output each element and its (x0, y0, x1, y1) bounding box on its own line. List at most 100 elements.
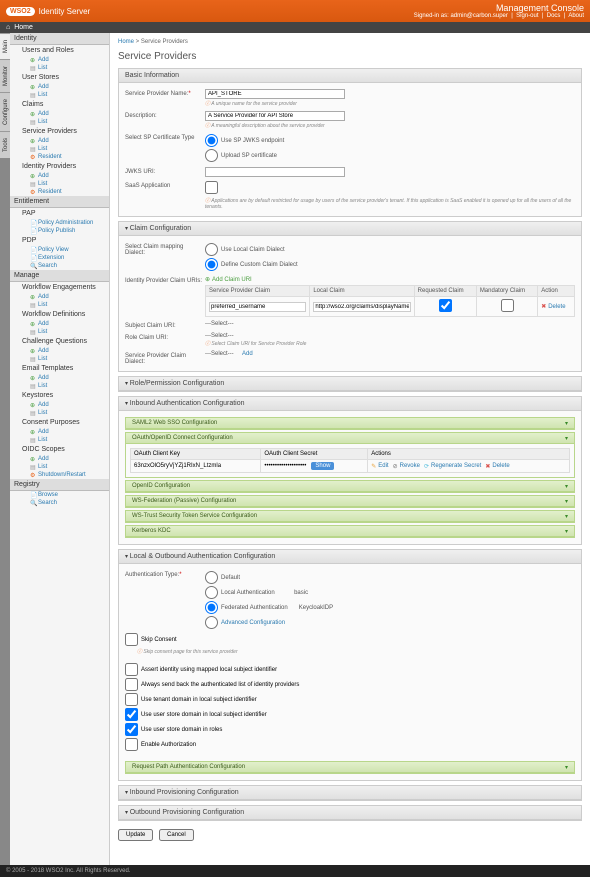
sidebar-group[interactable]: PAP (10, 208, 109, 219)
add-claim-link[interactable]: ⊕ Add Claim URI (205, 276, 252, 283)
sp-name-input[interactable] (205, 89, 345, 99)
sidebar-item[interactable]: 📄Browse (10, 491, 109, 499)
sidebar-group[interactable]: Email Templates (10, 363, 109, 374)
sidebar-item[interactable]: ⊕Add (10, 428, 109, 436)
sidebar-item[interactable]: ▤List (10, 355, 109, 363)
auth-fed-radio[interactable] (205, 601, 218, 614)
delete-claim-link[interactable]: ✖ Delete (541, 303, 565, 310)
sidebar-item[interactable]: ⊕Add (10, 110, 109, 118)
sendback-idp-checkbox[interactable] (125, 678, 138, 691)
sidebar-group[interactable]: User Stores (10, 72, 109, 83)
sidebar-item[interactable]: ⊕Add (10, 455, 109, 463)
mand-claim-checkbox[interactable] (501, 299, 514, 312)
outprov-head[interactable]: Outbound Provisioning Configuration (119, 806, 581, 820)
sidebar-item[interactable]: ⊕Add (10, 137, 109, 145)
edit-link[interactable]: ✎ Edit (371, 463, 388, 470)
tab-configure[interactable]: Configure (0, 92, 10, 131)
home-label[interactable]: Home (14, 24, 33, 31)
cert-jwks-radio[interactable] (205, 134, 218, 147)
sidebar-group[interactable]: Service Providers (10, 126, 109, 137)
sidebar-item[interactable]: ⊕Add (10, 401, 109, 409)
home-icon[interactable]: ⌂ (6, 24, 10, 31)
sidebar-item[interactable]: ▤List (10, 328, 109, 336)
skip-consent-checkbox[interactable] (125, 633, 138, 646)
sidebar-group[interactable]: Keystores (10, 390, 109, 401)
adv-config-link[interactable]: Advanced Configuration (221, 620, 285, 626)
sidebar-item[interactable]: ⚙Resident (10, 188, 109, 196)
sidebar-item[interactable]: ⊕Add (10, 374, 109, 382)
docs-link[interactable]: Docs (547, 13, 561, 19)
sidebar-item[interactable]: ⚙Resident (10, 153, 109, 161)
show-secret-button[interactable]: Show (311, 462, 334, 470)
sidebar-item[interactable]: 📄Policy View (10, 246, 109, 254)
sidebar-item[interactable]: ⊕Add (10, 83, 109, 91)
local-claim-input[interactable] (313, 302, 410, 312)
revoke-link[interactable]: ⊘ Revoke (393, 463, 420, 470)
sidebar-item[interactable]: 🔍Search (10, 262, 109, 270)
auth-adv-radio[interactable] (205, 616, 218, 629)
local-auth-val[interactable]: basic (294, 590, 308, 596)
saml-head[interactable]: SAML2 Web SSO Configuration (126, 418, 574, 429)
sidebar-group[interactable]: OIDC Scopes (10, 444, 109, 455)
breadcrumb-home[interactable]: Home (118, 39, 134, 45)
sidebar-item[interactable]: ⊕Add (10, 347, 109, 355)
role-select[interactable]: ---Select--- (205, 333, 234, 339)
tab-monitor[interactable]: Monitor (0, 59, 10, 92)
fed-auth-val[interactable]: KeycloakIDP (299, 605, 333, 611)
localout-head[interactable]: Local & Outbound Authentication Configur… (119, 550, 581, 564)
sp-claim-input[interactable] (209, 302, 306, 312)
sidebar-group[interactable]: Identity Providers (10, 161, 109, 172)
tab-tools[interactable]: Tools (0, 131, 10, 158)
sidebar-item[interactable]: 🔍Search (10, 499, 109, 507)
req-claim-checkbox[interactable] (439, 299, 452, 312)
sidebar-item[interactable]: ⊕Add (10, 320, 109, 328)
sidebar-item[interactable]: ⚙Shutdown/Restart (10, 471, 109, 479)
tenant-domain-checkbox[interactable] (125, 693, 138, 706)
sidebar-item[interactable]: ⊕Add (10, 293, 109, 301)
about-link[interactable]: About (568, 13, 584, 19)
signout-link[interactable]: Sign-out (516, 13, 538, 19)
sp-dialect-select[interactable]: ---Select--- (205, 351, 234, 357)
sidebar-group[interactable]: Workflow Definitions (10, 309, 109, 320)
sidebar-item[interactable]: ▤List (10, 118, 109, 126)
sidebar-item[interactable]: ▤List (10, 409, 109, 417)
sidebar-item[interactable]: ⊕Add (10, 172, 109, 180)
userstore-roles-checkbox[interactable] (125, 723, 138, 736)
inprov-head[interactable]: Inbound Provisioning Configuration (119, 786, 581, 800)
update-button[interactable]: Update (118, 829, 153, 841)
claim-config-head[interactable]: Claim Configuration (119, 222, 581, 236)
sidebar-group[interactable]: Challenge Questions (10, 336, 109, 347)
sidebar-item[interactable]: 📄Policy Administration (10, 219, 109, 227)
regen-link[interactable]: ⟳ Regenerate Secret (424, 463, 481, 470)
sidebar-group[interactable]: Consent Purposes (10, 417, 109, 428)
sidebar-item[interactable]: ▤List (10, 145, 109, 153)
oauth-head[interactable]: OAuth/OpenID Connect Configuration (126, 433, 574, 444)
sidebar-group[interactable]: Workflow Engagements (10, 282, 109, 293)
sidebar-group[interactable]: PDP (10, 235, 109, 246)
enable-authz-checkbox[interactable] (125, 738, 138, 751)
userstore-subject-checkbox[interactable] (125, 708, 138, 721)
roleperm-head[interactable]: Role/Permission Configuration (119, 377, 581, 391)
sidebar-item[interactable]: ▤List (10, 436, 109, 444)
sidebar-item[interactable]: ▤List (10, 64, 109, 72)
jwks-input[interactable] (205, 167, 345, 177)
sidebar-item[interactable]: ▤List (10, 463, 109, 471)
tab-main[interactable]: Main (0, 33, 10, 59)
dialect-local-radio[interactable] (205, 243, 218, 256)
sidebar-item[interactable]: ▤List (10, 91, 109, 99)
cancel-button[interactable]: Cancel (159, 829, 194, 841)
add-dialect-link[interactable]: Add (242, 351, 253, 357)
cert-upload-radio[interactable] (205, 149, 218, 162)
inbound-head[interactable]: Inbound Authentication Configuration (119, 397, 581, 411)
desc-input[interactable] (205, 111, 345, 121)
sidebar-item[interactable]: ▤List (10, 382, 109, 390)
sidebar-group[interactable]: Claims (10, 99, 109, 110)
reqpath-head[interactable]: Request Path Authentication Configuratio… (126, 762, 574, 773)
sidebar-item[interactable]: 📄Extension (10, 254, 109, 262)
sidebar-item[interactable]: ▤List (10, 301, 109, 309)
auth-local-radio[interactable] (205, 586, 218, 599)
subject-select[interactable]: ---Select--- (205, 321, 234, 327)
sidebar-item[interactable]: ⊕Add (10, 56, 109, 64)
kerberos-head[interactable]: Kerberos KDC (126, 526, 574, 537)
saas-checkbox[interactable] (205, 181, 218, 194)
